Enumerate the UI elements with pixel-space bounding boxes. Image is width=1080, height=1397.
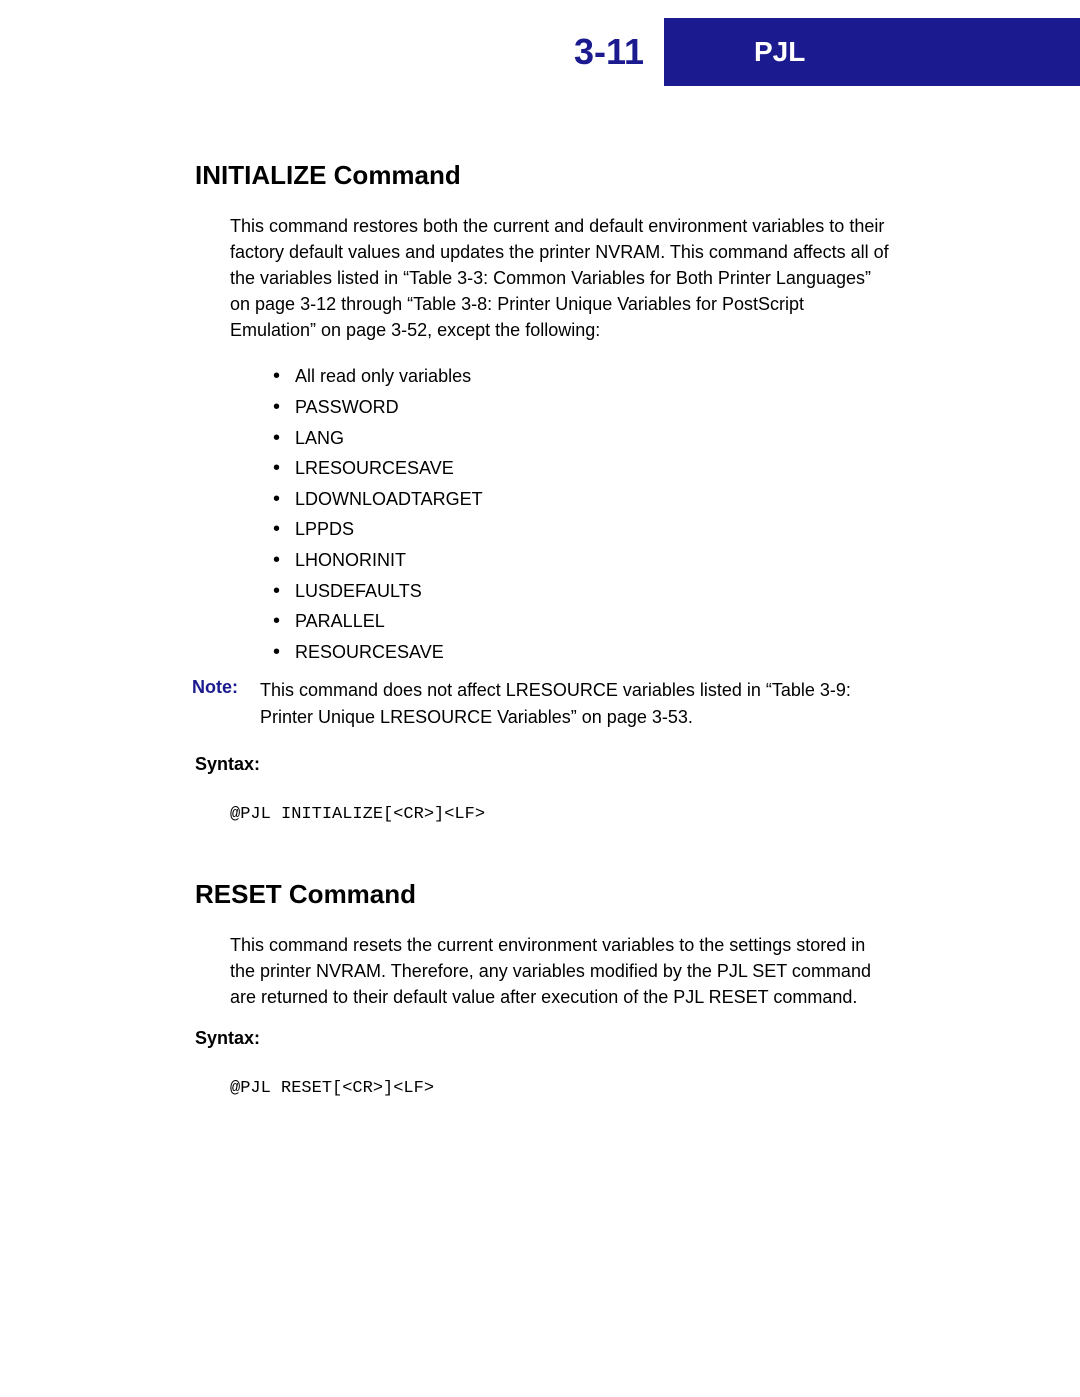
initialize-syntax-code: @PJL INITIALIZE[<CR>]<LF> [230, 805, 895, 824]
chapter-label: PJL [754, 36, 805, 68]
list-item: LPPDS [273, 514, 895, 545]
list-item: LDOWNLOADTARGET [273, 484, 895, 515]
list-item: RESOURCESAVE [273, 637, 895, 668]
initialize-bullet-list: All read only variables PASSWORD LANG LR… [273, 361, 895, 667]
list-item: LANG [273, 423, 895, 454]
syntax-label: Syntax: [195, 1028, 895, 1049]
header-bar: 3-11 PJL [554, 18, 1080, 86]
page-number: 3-11 [574, 31, 644, 73]
list-item: LHONORINIT [273, 545, 895, 576]
reset-section: RESET Command This command resets the cu… [195, 879, 895, 1098]
initialize-heading: INITIALIZE Command [195, 160, 895, 191]
page-content: INITIALIZE Command This command restores… [195, 160, 895, 1148]
note-row: Note: This command does not affect LRESO… [192, 677, 895, 729]
reset-intro: This command resets the current environm… [230, 932, 895, 1010]
initialize-intro: This command restores both the current a… [230, 213, 895, 343]
list-item: PARALLEL [273, 606, 895, 637]
note-text: This command does not affect LRESOURCE v… [260, 677, 895, 729]
list-item: PASSWORD [273, 392, 895, 423]
list-item: LUSDEFAULTS [273, 576, 895, 607]
list-item: All read only variables [273, 361, 895, 392]
page-number-box: 3-11 [554, 18, 664, 86]
note-label: Note: [192, 677, 260, 729]
reset-syntax-code: @PJL RESET[<CR>]<LF> [230, 1079, 895, 1098]
reset-heading: RESET Command [195, 879, 895, 910]
list-item: LRESOURCESAVE [273, 453, 895, 484]
syntax-label: Syntax: [195, 754, 895, 775]
